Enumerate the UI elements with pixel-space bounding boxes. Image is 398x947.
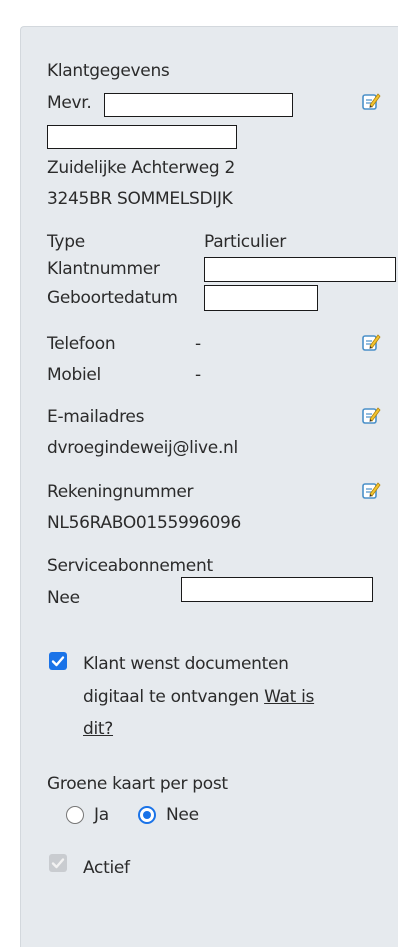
green-card-yes-radio[interactable]: [66, 806, 84, 824]
edit-note-icon[interactable]: [361, 405, 381, 425]
redacted-customer-number: [204, 257, 396, 282]
green-card-yes-label[interactable]: Ja: [94, 804, 109, 826]
salutation: Mevr.: [47, 93, 92, 113]
phone-value: -: [195, 334, 201, 354]
edit-note-icon[interactable]: [361, 480, 381, 500]
customer-heading: Klantgegevens: [47, 61, 170, 81]
green-card-no-radio[interactable]: [138, 806, 156, 824]
address-street: Zuidelijke Achterweg 2: [47, 158, 236, 178]
type-label: Type: [47, 232, 85, 252]
what-is-this-link[interactable]: Wat is: [264, 687, 314, 707]
active-checkbox: [49, 854, 67, 872]
mobile-value: -: [195, 365, 201, 385]
mobile-label: Mobiel: [47, 365, 101, 385]
email-label: E-mailadres: [47, 407, 145, 427]
birthdate-label: Geboortedatum: [47, 288, 178, 308]
redacted-name-line2: [47, 125, 237, 149]
account-number-value: NL56RABO0155996096: [47, 513, 242, 533]
active-label: Actief: [83, 858, 130, 878]
redacted-name: [104, 93, 293, 117]
subscription-label: Serviceabonnement: [47, 556, 213, 576]
edit-note-icon[interactable]: [361, 332, 381, 352]
customer-number-label: Klantnummer: [47, 259, 160, 279]
checkmark-icon: [51, 858, 65, 869]
digital-docs-checkbox[interactable]: [49, 652, 67, 670]
phone-label: Telefoon: [47, 334, 116, 354]
digital-docs-line2-text: digitaal te ontvangen: [83, 687, 265, 707]
type-value: Particulier: [204, 232, 286, 252]
redacted-birthdate: [204, 285, 318, 311]
digital-docs-line2: digitaal te ontvangen Wat is: [83, 686, 314, 708]
redacted-subscription: [181, 577, 373, 602]
edit-note-icon[interactable]: [361, 91, 381, 111]
address-postal-city: 3245BR SOMMELSDIJK: [47, 189, 233, 209]
checkmark-icon: [51, 656, 65, 667]
what-is-this-link-part2[interactable]: dit?: [83, 719, 113, 739]
account-number-label: Rekeningnummer: [47, 482, 194, 502]
green-card-no-label[interactable]: Nee: [166, 804, 199, 826]
digital-docs-line1: Klant wenst documenten: [83, 654, 289, 674]
what-is-this-link-continued: dit?: [83, 718, 113, 740]
green-card-label: Groene kaart per post: [47, 774, 228, 794]
subscription-value: Nee: [47, 588, 80, 608]
email-value: dvroegindeweij@live.nl: [47, 438, 238, 458]
